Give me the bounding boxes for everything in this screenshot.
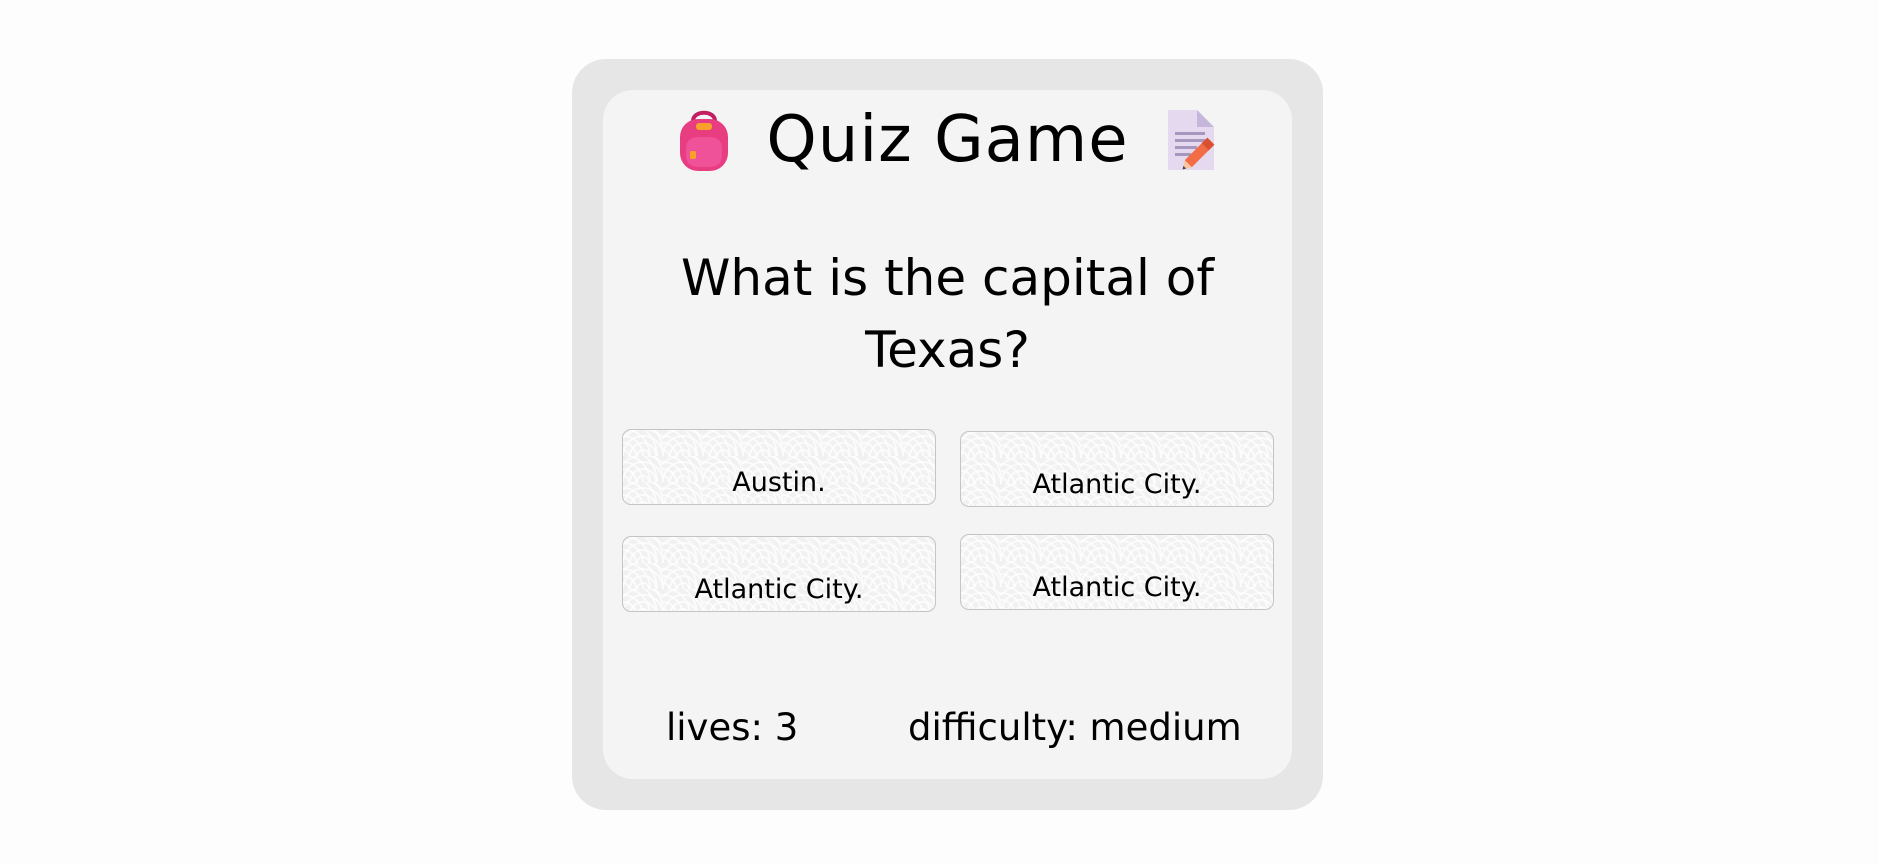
quiz-frame: Quiz Game What is the capital of Texas? … xyxy=(572,59,1323,810)
answer-label: Atlantic City. xyxy=(1032,469,1202,500)
answer-label: Atlantic City. xyxy=(694,574,864,605)
header: Quiz Game xyxy=(603,100,1292,180)
answer-button-4[interactable]: Atlantic City. xyxy=(960,534,1274,610)
difficulty-label: difficulty: medium xyxy=(908,706,1242,749)
answer-button-3[interactable]: Atlantic City. xyxy=(622,536,936,612)
backpack-icon xyxy=(676,107,732,173)
question-text: What is the capital of Texas? xyxy=(680,249,1215,379)
page-title: Quiz Game xyxy=(766,103,1129,177)
memo-icon xyxy=(1163,107,1219,173)
answer-label: Austin. xyxy=(732,467,826,498)
answer-label: Atlantic City. xyxy=(1032,572,1202,603)
answer-button-2[interactable]: Atlantic City. xyxy=(960,431,1274,507)
answer-button-1[interactable]: Austin. xyxy=(622,429,936,505)
lives-counter: lives: 3 xyxy=(666,706,799,749)
quiz-card: Quiz Game What is the capital of Texas? … xyxy=(603,90,1292,779)
